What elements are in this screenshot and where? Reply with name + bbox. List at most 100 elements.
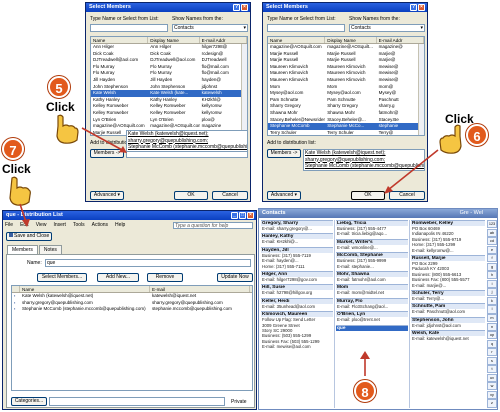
list-item[interactable]: Kathy Hanley Kathy Hanley KH2khl@ (91, 97, 247, 104)
list-item[interactable]: DJTreadwell@aol.com DJTreadwell@aol.com DJ… (91, 57, 247, 64)
letter-tab[interactable]: cd (487, 237, 497, 246)
list-item[interactable]: Stacey.Beheler@Newsriders.ComStacey.Behe… (268, 117, 424, 124)
letter-tab[interactable]: z (487, 399, 497, 408)
contacts-list[interactable]: Name Display Name E-mail Addr magazine@AOS… (267, 36, 425, 136)
letter-tab[interactable]: r (487, 348, 497, 357)
letter-tab[interactable]: t (487, 365, 497, 374)
list-item[interactable]: Maureen Klimovich Maureen Klimovich mewise… (268, 77, 424, 84)
column-header[interactable]: Name (268, 37, 326, 43)
menu-item-insert[interactable]: Insert (53, 222, 66, 229)
menu-item-actions[interactable]: Actions (92, 222, 108, 229)
letter-tab[interactable]: xy (487, 390, 497, 399)
letter-tab[interactable]: w (487, 382, 497, 391)
tab-members[interactable]: Members (7, 245, 38, 254)
close-button[interactable]: × (418, 4, 425, 11)
list-scrollbar[interactable] (241, 44, 247, 135)
contact-card[interactable]: Keller, Heidi E-mail: 35unhead@aol.com (261, 297, 333, 309)
list-item[interactable]: Kate Welsh Kate Welsh (kate... katewelsh (91, 90, 247, 97)
letter-tab[interactable]: f (487, 254, 497, 263)
type-name-input[interactable] (267, 24, 345, 32)
ok-button[interactable]: OK (174, 191, 208, 200)
letter-tab[interactable]: g (487, 262, 497, 271)
letter-tab[interactable]: ab (487, 228, 497, 237)
list-item[interactable]: Kelley Romweber Kelley Romweber kellyromw (91, 110, 247, 117)
menu-item-file[interactable]: File (5, 222, 13, 229)
column-header[interactable]: Display Name (325, 37, 377, 43)
close-button[interactable]: × (241, 4, 248, 11)
list-item[interactable]: Kelley Romweber Kelley Romweber kellyromw (91, 103, 247, 110)
cancel-button[interactable]: Cancel (212, 191, 248, 200)
contact-card[interactable]: Schnutte, Pam E-mail: Paschnutt@aol.com (411, 303, 485, 314)
list-item[interactable]: Marjie Russell Marjie Russell marjie@ (268, 57, 424, 64)
letter-tab[interactable]: m (487, 314, 497, 323)
menu-item-view[interactable]: View (36, 222, 47, 229)
list-item[interactable]: Marjie Russell Marjie Russell marjie@ (268, 51, 424, 58)
list-item[interactable]: John Stephenson John Stephenson jdjohnst (91, 84, 247, 91)
members-list[interactable]: Name E-mail ▪ Kate Welsh (katewelsh@iquest… (11, 285, 253, 391)
card-name[interactable]: que (336, 324, 408, 331)
list-item[interactable]: Stephanie McComb Stephanie McCo... stephan… (268, 123, 424, 130)
column-header[interactable]: E-mail Addr (200, 37, 247, 43)
remove-button[interactable]: Remove (147, 273, 183, 282)
list-item[interactable]: Maureen Klimovich Maureen Klimovich mewise… (268, 70, 424, 77)
save-close-button[interactable]: Save and Close (6, 232, 52, 241)
contact-card[interactable]: Gregory, Sharry E-mail: sharry.gregory@..… (261, 220, 333, 231)
table-row[interactable]: ▪ Kate Welsh (katewelsh@iquest.net) katewe… (12, 293, 252, 300)
list-item[interactable]: Jill Hayden Jill Hayden hayden@ (91, 77, 247, 84)
advanced-button[interactable]: Advanced ▾ (267, 191, 301, 200)
list-item[interactable]: Maureen Klimovich Maureen Klimovich mewise… (268, 64, 424, 71)
contact-card[interactable]: Market, Writer's E-mail: wmonline@... (336, 238, 408, 250)
chevron-down-icon[interactable]: ▾ (243, 25, 246, 31)
letter-tab[interactable]: i (487, 279, 497, 288)
list-item[interactable]: Mom Mom mom@ (268, 84, 424, 91)
letter-tab[interactable]: s (487, 356, 497, 365)
contact-card[interactable]: Murray, Flo E-mail: Flo3Schang@aol... (336, 297, 408, 309)
letter-tab[interactable]: e (487, 245, 497, 254)
list-item[interactable]: Shawna Mohr Shawna Mohr fatmohr@ (268, 110, 424, 117)
members-button[interactable]: Members -> (267, 149, 301, 158)
maximize-button[interactable]: □ (239, 212, 246, 219)
contact-card[interactable]: Hilger, Ann E-mail: hilger7298@gov.com (261, 271, 333, 282)
contact-card[interactable]: que (336, 324, 408, 331)
contact-card[interactable]: Stephenson, John E-mail: jdjohnst@aol.com (411, 316, 485, 328)
address-book-select[interactable]: Contacts ▾ (172, 24, 248, 32)
contact-card[interactable]: Romweber, Kelley PO Box 60469 Indianapolis… (411, 220, 485, 253)
close-button[interactable]: × (247, 212, 254, 219)
minimize-button[interactable]: _ (231, 212, 238, 219)
help-button[interactable]: ? (410, 4, 417, 11)
tab-notes[interactable]: Notes (38, 245, 62, 254)
type-name-input[interactable] (90, 24, 168, 32)
contact-card[interactable]: Schuler, Terry E-mail: Terry@... (411, 290, 485, 301)
contact-card[interactable]: McComb, Stephanie Business: (317) 555-999… (336, 252, 408, 269)
contact-card[interactable]: Klimovich, Maureen Follow Up Flag: Send L… (261, 311, 333, 349)
help-button[interactable]: ? (233, 4, 240, 11)
letter-tab[interactable]: 123 (487, 220, 497, 229)
list-item[interactable]: magazine@AOSquilt.com magazine@AOSquilt..… (268, 44, 424, 51)
contact-card[interactable]: Mom E-mail: mom@midtel.net (336, 284, 408, 295)
contact-card[interactable]: Russell, Marjie PO Box 2299 Paducah KY 420… (411, 255, 485, 288)
letter-tab[interactable]: k (487, 296, 497, 305)
list-scrollbar[interactable] (418, 44, 424, 135)
private-checkbox[interactable]: Private (231, 399, 247, 405)
categories-button[interactable]: Categories... (11, 397, 47, 406)
advanced-button[interactable]: Advanced ▾ (90, 191, 124, 200)
contact-card[interactable]: Hanley, Kathy E-mail: KH2khl@... (261, 233, 333, 244)
letter-tab[interactable]: n (487, 322, 497, 331)
list-item[interactable]: Pam Schnutte Pam Schnutte Paschnutt (268, 97, 424, 104)
update-now-button[interactable]: Update Now (217, 273, 253, 282)
contacts-list[interactable]: Name Display Name E-mail Addr Ann Hilger An… (90, 36, 248, 136)
letter-tab[interactable]: q (487, 339, 497, 348)
name-input[interactable]: que (45, 259, 251, 267)
list-item[interactable]: Mysey@aol.com Mysey@aol.com Mysey@ (268, 90, 424, 97)
list-item[interactable]: Lyn O'Brien Lyn O'Brien ploo@ (91, 117, 247, 124)
table-row[interactable]: ▪ Stephanie McComb (stephanie.mccomb@quep… (12, 306, 252, 313)
list-item[interactable]: Ann Hilger Ann Hilger hilger7298@ (91, 44, 247, 51)
column-header[interactable]: Name (91, 37, 149, 43)
select-members-button[interactable]: Select Members... (37, 273, 87, 282)
letter-tab[interactable]: l (487, 305, 497, 314)
contact-card[interactable]: Welsh, Kate E-mail: katewelsh@iquest.net (411, 330, 485, 341)
address-book-select[interactable]: Contacts ▾ (349, 24, 425, 32)
column-header[interactable]: Display Name (148, 37, 200, 43)
column-header[interactable]: Name (20, 286, 150, 292)
contact-card[interactable]: Hill, Susie E-mail: h2798@hillgov.org (261, 284, 333, 295)
